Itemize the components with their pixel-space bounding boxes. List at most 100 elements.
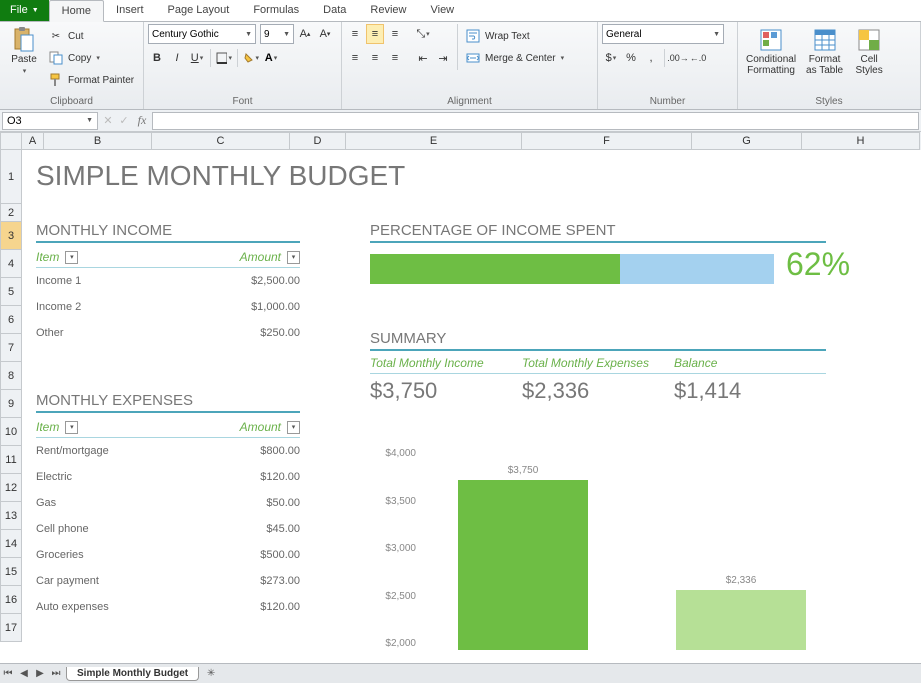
sheet-nav-next[interactable]: ▶ <box>32 668 48 679</box>
font-size-combo[interactable]: 9▼ <box>260 24 294 44</box>
align-top-button[interactable]: ≡ <box>346 24 364 44</box>
row-header[interactable]: 16 <box>0 586 22 614</box>
select-all-corner[interactable] <box>0 132 22 150</box>
row-header[interactable]: 2 <box>0 204 22 222</box>
tab-review[interactable]: Review <box>358 0 418 21</box>
table-row[interactable]: Car payment$273.00 <box>36 568 300 594</box>
table-row[interactable]: Gas$50.00 <box>36 490 300 516</box>
row-header[interactable]: 6 <box>0 306 22 334</box>
row-header[interactable]: 10 <box>0 418 22 446</box>
table-row[interactable]: Electric$120.00 <box>36 464 300 490</box>
conditional-formatting-button[interactable]: Conditional Formatting <box>742 24 800 78</box>
col-header[interactable]: F <box>522 132 692 150</box>
decrease-font-button[interactable]: A▾ <box>316 24 334 44</box>
col-header[interactable]: C <box>152 132 290 150</box>
tab-home[interactable]: Home <box>49 0 104 22</box>
underline-button[interactable]: U▾ <box>188 48 206 68</box>
row-header[interactable]: 12 <box>0 474 22 502</box>
wrap-text-button[interactable]: Wrap Text <box>463 26 566 46</box>
cancel-icon[interactable]: ✕ <box>100 114 116 127</box>
tab-insert[interactable]: Insert <box>104 0 156 21</box>
table-row[interactable]: Rent/mortgage$800.00 <box>36 438 300 464</box>
row-header[interactable]: 17 <box>0 614 22 642</box>
conditional-formatting-icon <box>759 26 783 54</box>
row-header[interactable]: 13 <box>0 502 22 530</box>
page-title: SIMPLE MONTHLY BUDGET <box>36 160 405 192</box>
cell-styles-button[interactable]: Cell Styles <box>849 24 889 78</box>
sum-balance-label: Balance <box>674 356 826 370</box>
table-row[interactable]: Cell phone$45.00 <box>36 516 300 542</box>
comma-button[interactable]: , <box>642 48 660 68</box>
tab-view[interactable]: View <box>418 0 466 21</box>
align-right-button[interactable]: ≡ <box>386 48 404 68</box>
sheet-nav-last[interactable]: ⏭ <box>48 668 64 679</box>
sheet-nav-first[interactable]: ⏮ <box>0 668 16 679</box>
expense-table: Item▾ Amount▾ Rent/mortgage$800.00Electr… <box>36 420 300 620</box>
col-header[interactable]: G <box>692 132 802 150</box>
col-header[interactable]: E <box>346 132 522 150</box>
decrease-decimal-button[interactable]: ←.0 <box>689 48 707 68</box>
filter-icon[interactable]: ▾ <box>287 251 300 264</box>
row-header[interactable]: 9 <box>0 390 22 418</box>
table-row[interactable]: Auto expenses$120.00 <box>36 594 300 620</box>
table-row[interactable]: Groceries$500.00 <box>36 542 300 568</box>
tab-data[interactable]: Data <box>311 0 358 21</box>
filter-icon[interactable]: ▾ <box>287 421 300 434</box>
increase-indent-button[interactable]: ⇥ <box>434 48 452 68</box>
format-as-table-button[interactable]: Format as Table <box>802 24 847 78</box>
paste-button[interactable]: Paste▾ <box>4 24 44 79</box>
bold-button[interactable]: B <box>148 48 166 68</box>
fill-color-button[interactable]: ▾ <box>242 48 260 68</box>
tab-formulas[interactable]: Formulas <box>241 0 311 21</box>
orientation-button[interactable]: ⤡▾ <box>414 24 432 44</box>
fx-icon[interactable]: fx <box>132 113 152 128</box>
align-middle-button[interactable]: ≡ <box>366 24 384 44</box>
number-format-combo[interactable]: General▼ <box>602 24 724 44</box>
border-button[interactable]: ▾ <box>215 48 233 68</box>
col-header[interactable]: D <box>290 132 346 150</box>
row-header[interactable]: 7 <box>0 334 22 362</box>
filter-icon[interactable]: ▾ <box>65 421 78 434</box>
merge-center-button[interactable]: Merge & Center▾ <box>463 48 566 68</box>
row-header[interactable]: 15 <box>0 558 22 586</box>
copy-button[interactable]: Copy▾ <box>46 48 136 68</box>
row-header[interactable]: 8 <box>0 362 22 390</box>
decrease-indent-button[interactable]: ⇤ <box>414 48 432 68</box>
name-box[interactable]: O3▼ <box>2 112 98 130</box>
increase-decimal-button[interactable]: .00→ <box>669 48 687 68</box>
sheet-tab-active[interactable]: Simple Monthly Budget <box>66 667 199 681</box>
y-tick-label: $2,000 <box>385 638 416 649</box>
align-bottom-button[interactable]: ≡ <box>386 24 404 44</box>
col-header[interactable]: B <box>44 132 152 150</box>
increase-font-button[interactable]: A▴ <box>296 24 314 44</box>
row-header[interactable]: 4 <box>0 250 22 278</box>
currency-button[interactable]: $▾ <box>602 48 620 68</box>
font-group-label: Font <box>148 96 337 109</box>
sum-balance-value: $1,414 <box>674 378 826 404</box>
col-header[interactable]: A <box>22 132 44 150</box>
row-header[interactable]: 1 <box>0 150 22 204</box>
enter-icon[interactable]: ✓ <box>116 114 132 127</box>
row-header[interactable]: 14 <box>0 530 22 558</box>
file-tab[interactable]: File ▼ <box>0 0 49 21</box>
sheet-nav-prev[interactable]: ◀ <box>16 668 32 679</box>
row-header[interactable]: 11 <box>0 446 22 474</box>
filter-icon[interactable]: ▾ <box>65 251 78 264</box>
table-row[interactable]: Income 2$1,000.00 <box>36 294 300 320</box>
font-color-button[interactable]: A▾ <box>262 48 280 68</box>
row-header[interactable]: 5 <box>0 278 22 306</box>
formula-input[interactable] <box>152 112 919 130</box>
cut-button[interactable]: ✂ Cut <box>46 26 136 46</box>
tab-page-layout[interactable]: Page Layout <box>156 0 242 21</box>
col-header[interactable]: H <box>802 132 920 150</box>
italic-button[interactable]: I <box>168 48 186 68</box>
format-painter-button[interactable]: Format Painter <box>46 70 136 90</box>
row-header[interactable]: 3 <box>0 222 22 250</box>
table-row[interactable]: Other$250.00 <box>36 320 300 346</box>
table-row[interactable]: Income 1$2,500.00 <box>36 268 300 294</box>
percent-button[interactable]: % <box>622 48 640 68</box>
font-name-combo[interactable]: Century Gothic▼ <box>148 24 256 44</box>
new-sheet-button[interactable]: ✳ <box>203 668 219 679</box>
align-left-button[interactable]: ≡ <box>346 48 364 68</box>
align-center-button[interactable]: ≡ <box>366 48 384 68</box>
